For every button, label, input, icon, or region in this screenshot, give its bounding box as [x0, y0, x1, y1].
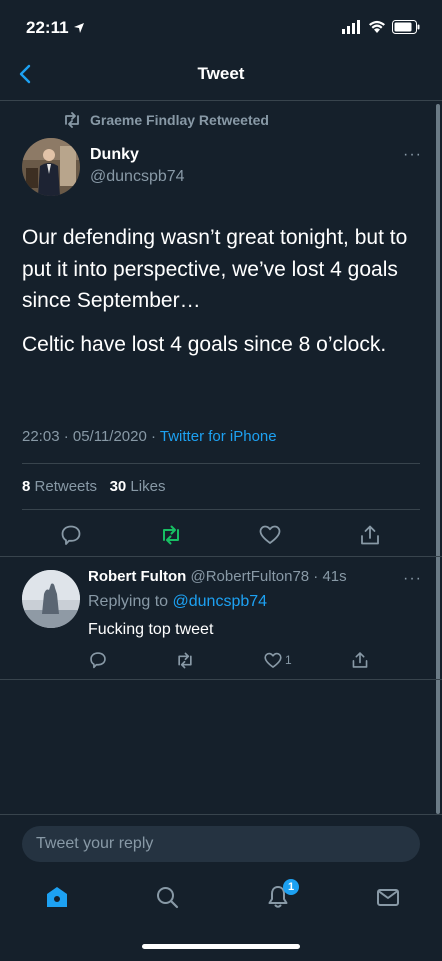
reply-text: Fucking top tweet — [88, 621, 214, 638]
like-button[interactable] — [257, 522, 283, 548]
share-icon — [352, 652, 368, 668]
retweet-button[interactable] — [158, 522, 184, 548]
replying-to-label: Replying to — [88, 593, 173, 610]
battery-icon — [392, 20, 420, 34]
tweet-text: Our defending wasn’t great tonight, but … — [22, 222, 422, 372]
reply-more-options-button[interactable]: ··· — [403, 570, 422, 588]
share-button[interactable] — [357, 522, 383, 548]
home-indicator[interactable] — [142, 944, 300, 949]
tweet-paragraph-1: Our defending wasn’t great tonight, but … — [22, 226, 408, 312]
retweet-notice[interactable]: Graeme Findlay Retweeted — [62, 112, 269, 128]
reply-like-button[interactable]: 1 — [264, 650, 292, 670]
author-name[interactable]: Dunky — [90, 146, 139, 164]
tweet-paragraph-2: Celtic have lost 4 goals since 8 o’clock… — [22, 332, 387, 356]
retweet-icon — [65, 112, 79, 128]
share-icon — [361, 525, 379, 545]
tweet-timestamp: 22:03 · 05/11/2020 · — [22, 428, 160, 445]
likes-stat[interactable]: 30 Likes — [110, 478, 166, 495]
avatar[interactable] — [22, 138, 80, 196]
reply-icon — [90, 652, 106, 669]
reply-button[interactable] — [58, 522, 84, 548]
replying-to: Replying to @duncspb74 — [88, 593, 267, 611]
page-title: Tweet — [197, 64, 245, 83]
reply-input[interactable]: Tweet your reply — [22, 826, 420, 862]
tweet-source-link[interactable]: Twitter for iPhone — [160, 428, 277, 445]
tweet-stats: 8 Retweets 30 Likes — [22, 478, 165, 495]
divider — [22, 463, 420, 464]
heart-icon — [259, 525, 281, 544]
scrollbar[interactable] — [436, 104, 440, 814]
reply-like-count: 1 — [285, 653, 292, 667]
reply-retweet-button[interactable] — [175, 650, 195, 670]
wifi-icon — [369, 20, 385, 33]
tab-messages[interactable] — [373, 882, 403, 912]
reply-icon — [61, 525, 81, 545]
retweet-icon — [163, 525, 179, 545]
retweets-stat[interactable]: 8 Retweets — [22, 478, 97, 495]
reply-author-name[interactable]: Robert Fulton — [88, 568, 186, 585]
retweet-icon — [178, 652, 192, 668]
reply-author-photo — [22, 570, 80, 628]
mail-icon — [377, 889, 399, 906]
home-icon — [47, 887, 67, 907]
reply-reply-button[interactable] — [89, 650, 107, 670]
search-icon — [157, 887, 179, 909]
author-photo — [22, 138, 80, 196]
retweet-notice-label: Graeme Findlay Retweeted — [90, 112, 269, 128]
divider — [0, 556, 442, 557]
divider — [22, 509, 420, 510]
replying-to-handle[interactable]: @duncspb74 — [173, 593, 268, 610]
status-time: 22:11 — [26, 18, 85, 38]
reply-share-button[interactable] — [351, 650, 369, 670]
reply-author-row[interactable]: Robert Fulton @RobertFulton78 · 41s — [88, 568, 347, 585]
notifications-badge: 1 — [283, 879, 299, 895]
more-options-button[interactable]: ··· — [403, 146, 422, 164]
location-arrow-icon — [74, 23, 85, 33]
tab-home[interactable] — [42, 882, 72, 912]
divider — [0, 679, 442, 680]
author-handle[interactable]: @duncspb74 — [90, 168, 185, 186]
reply-author-handle-time: @RobertFulton78 · 41s — [190, 568, 347, 585]
reply-input-placeholder: Tweet your reply — [36, 835, 154, 852]
tweet-meta: 22:03 · 05/11/2020 · Twitter for iPhone — [22, 428, 277, 445]
reply-avatar[interactable] — [22, 570, 80, 628]
tab-search[interactable] — [152, 882, 182, 912]
status-icons — [342, 18, 420, 36]
signal-icon — [342, 20, 360, 34]
heart-icon — [264, 652, 282, 668]
